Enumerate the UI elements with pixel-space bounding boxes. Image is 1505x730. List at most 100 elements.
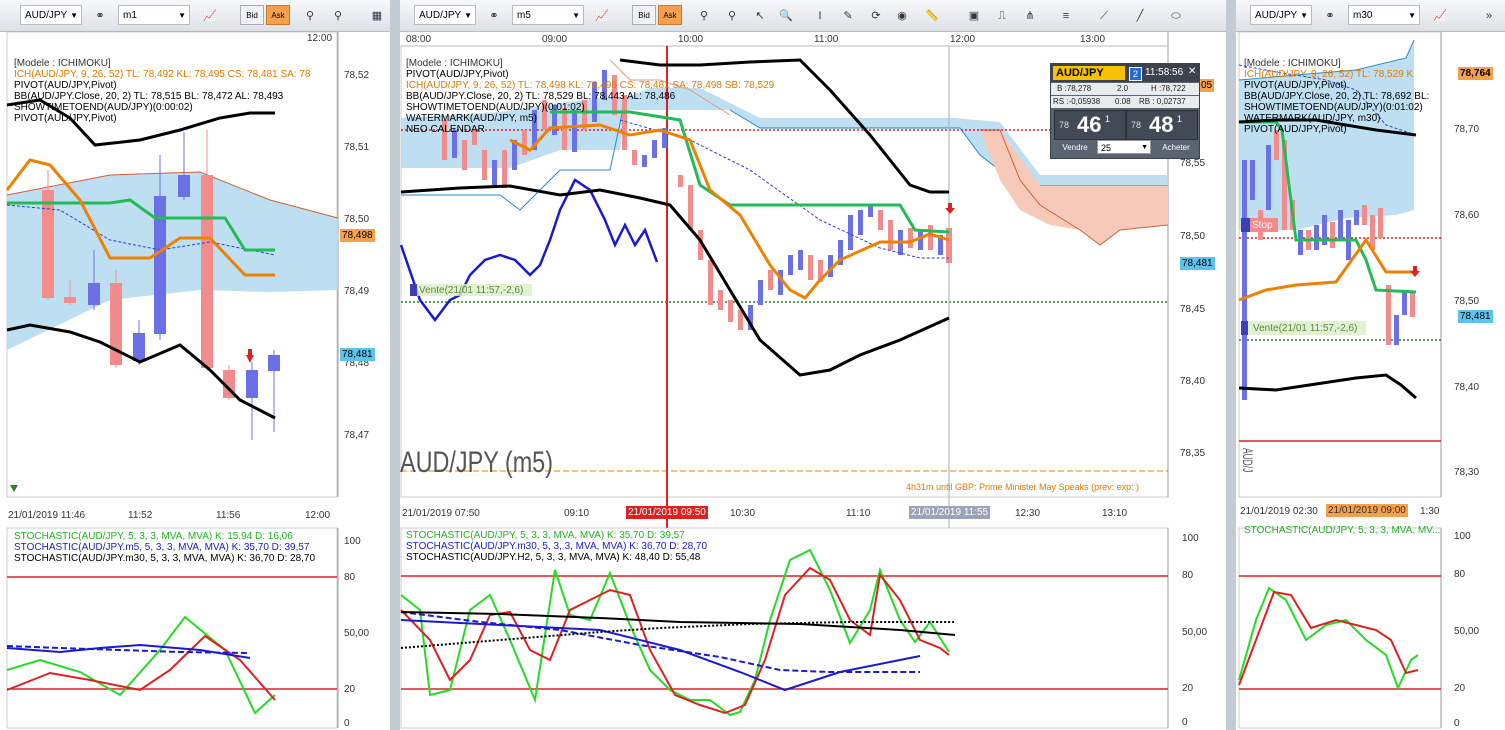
- buy-price-box[interactable]: 78 48 1: [1126, 110, 1198, 140]
- y-tick: 78,40: [1180, 376, 1206, 387]
- stoch-tick: 80: [1454, 569, 1466, 580]
- y-tick: 78,45: [1180, 304, 1206, 315]
- candle: [652, 140, 657, 158]
- pane-splitter[interactable]: [390, 0, 400, 730]
- buy-price-main: 48: [1149, 112, 1174, 137]
- vente-label: Vente(21/01 11:57,-2,6): [1253, 323, 1358, 334]
- stop-label: Stop: [1252, 220, 1273, 231]
- stoch-tick: 50,00: [1454, 626, 1480, 637]
- candle: [642, 155, 647, 167]
- candle: [268, 355, 280, 371]
- stoch-tick: 80: [344, 572, 356, 583]
- quantity-value: 25: [1101, 143, 1112, 153]
- buy-price-prefix: 78: [1131, 120, 1142, 130]
- x-tick: 21/01/2019 11:46: [8, 510, 86, 521]
- candle: [868, 205, 873, 217]
- buy-button[interactable]: Acheter: [1155, 141, 1197, 155]
- y-tick: 78,49: [344, 286, 370, 297]
- stoch-legend-line: STOCHASTIC(AUD/JPY.H2, 5, 3, 3, MVA, MVA…: [406, 552, 701, 563]
- trade-low: B :78,278: [1057, 84, 1092, 93]
- position-marker: [410, 284, 417, 296]
- candle: [1378, 208, 1383, 238]
- y-tick: 78,55: [1180, 158, 1206, 169]
- legend-line: PIVOT(AUD/JPY,Pivot): [406, 69, 509, 80]
- candle: [708, 260, 713, 305]
- stoch-tick: 100: [1182, 533, 1199, 544]
- candle: [1362, 205, 1367, 225]
- pane-splitter[interactable]: [1226, 0, 1236, 730]
- stoch-tick: 80: [1182, 570, 1194, 581]
- candle: [492, 160, 497, 185]
- left-legend: [Modele : ICHIMOKU] ICH(AUD/JPY, 9, 26, …: [14, 58, 310, 124]
- top-time: 09:00: [542, 34, 568, 45]
- price-badge-orange: 78,498: [340, 229, 375, 242]
- mid-legend: [Modele : ICHIMOKU] PIVOT(AUD/JPY,Pivot)…: [406, 58, 774, 135]
- candle: [908, 228, 913, 248]
- candle: [1410, 292, 1415, 317]
- legend-line: ICH(AUD/JPY, 9, 26, 52) TL: 78,498 KL: 7…: [406, 80, 775, 91]
- vente-label: Vente(21/01 11:57,-2,6): [419, 285, 524, 296]
- candle: [878, 210, 883, 230]
- sell-price-box[interactable]: 78 46 1: [1054, 110, 1126, 140]
- candle: [688, 185, 693, 230]
- stoch-legend-line: STOCHASTIC(AUD/JPY.m30, 5, 3, 3, MVA, MV…: [14, 553, 316, 564]
- candle: [788, 255, 793, 275]
- legend-line: BB(AUD/JPY.Close, 20, 2) TL: 78,515 BL: …: [14, 91, 284, 102]
- legend-line: PIVOT(AUD/JPY,Pivot): [1244, 80, 1347, 91]
- y-tick: 78,60: [1454, 210, 1480, 221]
- legend-line: [Modele : ICHIMOKU]: [14, 58, 111, 69]
- candle: [502, 150, 507, 188]
- legend-line: BB(AUD/JPY.Close, 20, 2) TL: 78,692 BL:: [1244, 91, 1430, 102]
- chevron-down-icon: ▼: [1141, 144, 1148, 151]
- legend-line: ICH(AUD/JPY, 9, 26, 52) TL: 78,492 KL: 7…: [14, 69, 311, 80]
- right-stoch-legend: STOCHASTIC(AUD/JPY, 5, 3, 3, MVA, MV...: [1244, 525, 1440, 536]
- legend-line: SHOWTIMETOEND(AUD/JPY)(0:01:02): [406, 102, 585, 113]
- trade-rs: RS :-0,05938: [1053, 97, 1101, 106]
- legend-line: SHOWTIMETOEND(AUD/JPY)(0:01:02): [1244, 102, 1423, 113]
- y-tick: 78,51: [344, 142, 370, 153]
- stoch-tick: 100: [1454, 531, 1471, 542]
- candle: [88, 283, 100, 305]
- sell-price-main: 46: [1077, 112, 1102, 137]
- candle: [888, 220, 893, 250]
- candle: [1250, 160, 1255, 200]
- x-tick: 21/01/2019 02:30: [1240, 506, 1318, 517]
- stoch-legend-line: STOCHASTIC(AUD/JPY.m30, 5, 3, 3, MVA, MV…: [406, 541, 708, 552]
- top-time: 08:00: [406, 34, 432, 45]
- left-top-time: 12:00: [307, 33, 333, 44]
- stop-marker: [1241, 218, 1250, 232]
- legend-line: WATERMARK(AUD/JPY, m5): [406, 113, 537, 124]
- news-label: 4h31m until GBP: Prime Minister May Spea…: [906, 482, 1140, 492]
- candle: [42, 190, 54, 298]
- legend-line: [Modele : ICHIMOKU]: [406, 58, 503, 69]
- candle: [848, 215, 853, 250]
- trade-symbol[interactable]: AUD/JPY: [1053, 66, 1125, 80]
- candle: [858, 210, 863, 235]
- stoch-legend-line: STOCHASTIC(AUD/JPY, 5, 3, 3, MVA, MV...: [1244, 525, 1441, 536]
- trade-panel: AUD/JPY 2 11:58:56 ✕ B :78,278 2.0 H :78…: [1050, 63, 1200, 159]
- candle: [1370, 215, 1375, 250]
- y-tick: 78,52: [344, 70, 370, 81]
- candle: [808, 255, 813, 280]
- sell-price-pip: 1: [1105, 114, 1111, 124]
- close-icon[interactable]: ✕: [1188, 66, 1196, 77]
- legend-line: WATERMARK(AUD/JPY, m30): [1244, 113, 1381, 124]
- sell-button[interactable]: Vendre: [1055, 141, 1095, 155]
- quantity-select[interactable]: 25 ▼: [1097, 140, 1151, 154]
- trade-time: 11:58:56: [1145, 67, 1184, 78]
- stoch-tick: 50,00: [1182, 627, 1208, 638]
- candle: [1338, 210, 1343, 240]
- stoch-legend-line: STOCHASTIC(AUD/JPY, 5, 3, 3, MVA, MVA) K…: [14, 531, 293, 542]
- candle: [798, 250, 803, 270]
- candle: [178, 175, 190, 197]
- candle: [1402, 290, 1407, 315]
- trade-high: H :78,722: [1151, 84, 1186, 93]
- stoch-tick: 20: [1454, 683, 1466, 694]
- position-marker: [1241, 321, 1248, 335]
- stoch-legend-line: STOCHASTIC(AUD/JPY.m5, 5, 3, 3, MVA, MVA…: [14, 542, 310, 553]
- y-tick: 78,50: [344, 214, 370, 225]
- legend-line: PIVOT(AUD/JPY,Pivot): [1244, 124, 1347, 135]
- x-tick: 21/01/2019 07:50: [402, 508, 480, 519]
- candle: [1386, 285, 1391, 345]
- candle: [462, 140, 467, 170]
